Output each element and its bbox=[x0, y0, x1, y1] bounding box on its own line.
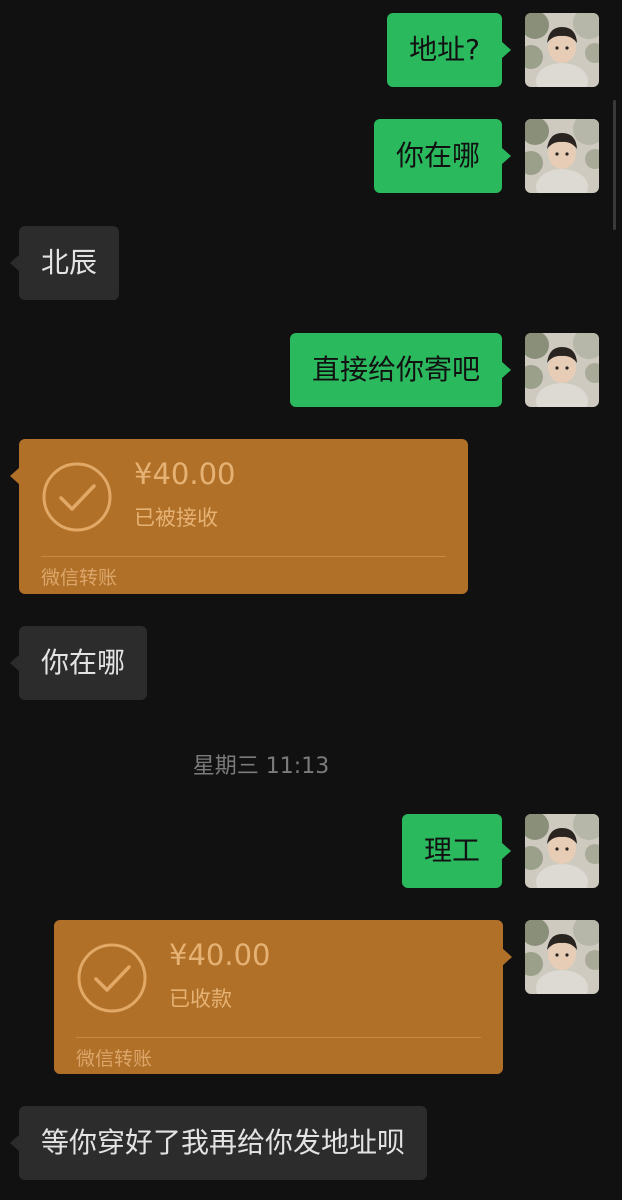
transfer-status: 已被接收 bbox=[134, 506, 218, 530]
scrollbar[interactable] bbox=[613, 100, 616, 230]
transfer-brand-label: 微信转账 bbox=[76, 1048, 153, 1070]
message-bubble-outgoing[interactable]: 地址? bbox=[387, 13, 511, 87]
check-circle-icon bbox=[77, 943, 147, 1013]
transfer-card[interactable]: ¥40.00 已被接收 微信转账 bbox=[10, 439, 468, 594]
message-bubble-incoming[interactable]: 等你穿好了我再给你发地址呗 bbox=[9, 1106, 428, 1180]
message-text: 你在哪 bbox=[395, 139, 480, 172]
message-text: 理工 bbox=[423, 834, 480, 867]
message-text: 等你穿好了我再给你发地址呗 bbox=[41, 1126, 406, 1159]
check-circle-icon bbox=[42, 462, 112, 532]
timestamp: 星期三 11:13 bbox=[192, 754, 330, 779]
avatar[interactable] bbox=[525, 13, 599, 87]
divider bbox=[76, 1037, 481, 1038]
message-text: 直接给你寄吧 bbox=[311, 353, 480, 386]
avatar[interactable] bbox=[525, 814, 599, 888]
message-bubble-outgoing[interactable]: 理工 bbox=[401, 814, 512, 888]
avatar[interactable] bbox=[525, 119, 599, 193]
message-bubble-outgoing[interactable]: 你在哪 bbox=[373, 119, 512, 193]
transfer-brand-label: 微信转账 bbox=[41, 567, 118, 589]
message-text: 你在哪 bbox=[41, 646, 126, 679]
transfer-amount: ¥40.00 bbox=[169, 938, 271, 972]
avatar[interactable] bbox=[525, 333, 599, 407]
transfer-status: 已收款 bbox=[169, 987, 232, 1011]
message-text: 北辰 bbox=[41, 246, 98, 279]
message-bubble-outgoing[interactable]: 直接给你寄吧 bbox=[289, 333, 512, 407]
divider bbox=[41, 556, 446, 557]
transfer-amount: ¥40.00 bbox=[134, 457, 236, 491]
message-bubble-incoming[interactable]: 你在哪 bbox=[9, 626, 148, 700]
message-bubble-incoming[interactable]: 北辰 bbox=[9, 226, 120, 300]
message-text: 地址? bbox=[409, 33, 480, 66]
transfer-card[interactable]: ¥40.00 已收款 微信转账 bbox=[54, 920, 512, 1074]
avatar[interactable] bbox=[525, 920, 599, 994]
